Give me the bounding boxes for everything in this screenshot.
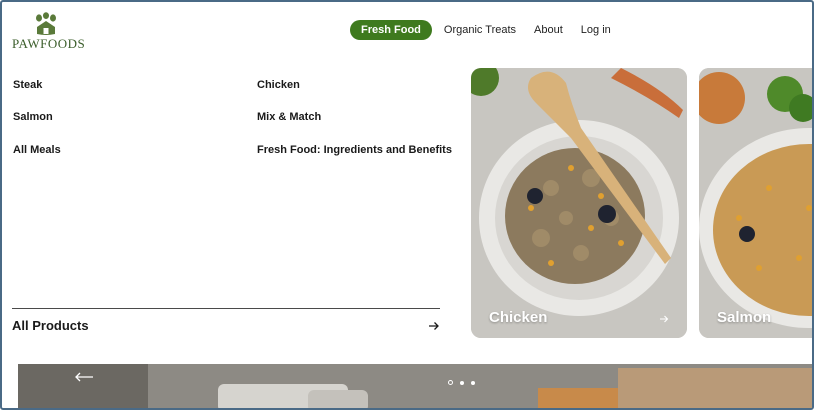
- hero-carousel: [18, 364, 812, 408]
- nav-fresh-food[interactable]: Fresh Food: [350, 20, 432, 40]
- carousel-dot[interactable]: [471, 380, 475, 385]
- menu-link-mix-match[interactable]: Mix & Match: [257, 111, 321, 123]
- arrow-right-icon: [429, 321, 439, 330]
- all-products-link[interactable]: All Products: [12, 318, 440, 333]
- page-frame: PAWFOODS Fresh Food Organic Treats About…: [0, 0, 814, 410]
- carousel-dot[interactable]: [448, 380, 453, 385]
- top-nav: Fresh Food Organic Treats About Log in: [350, 20, 617, 40]
- product-card-salmon[interactable]: Salmon: [699, 68, 812, 338]
- carousel-dot[interactable]: [460, 380, 464, 385]
- menu-link-steak[interactable]: Steak: [13, 79, 42, 91]
- arrow-left-icon[interactable]: [74, 371, 94, 383]
- product-card-chicken[interactable]: Chicken: [471, 68, 687, 338]
- logo[interactable]: PAWFOODS: [12, 10, 86, 52]
- nav-organic-treats[interactable]: Organic Treats: [438, 20, 522, 40]
- carousel-dots: [448, 380, 475, 385]
- logo-text: PAWFOODS: [12, 36, 86, 51]
- divider: [12, 308, 440, 309]
- kitchen-scene-image: [18, 364, 812, 408]
- menu-link-ingredients-benefits[interactable]: Fresh Food: Ingredients and Benefits: [257, 144, 452, 156]
- card-label-chicken: Chicken: [489, 309, 548, 326]
- salmon-meal-image: [699, 68, 812, 338]
- all-products-label: All Products: [12, 318, 89, 333]
- nav-log-in[interactable]: Log in: [575, 20, 617, 40]
- menu-link-chicken[interactable]: Chicken: [257, 79, 300, 91]
- paw-house-icon: [36, 12, 56, 35]
- card-label-salmon: Salmon: [717, 309, 772, 326]
- arrow-right-icon: [660, 315, 669, 323]
- menu-link-salmon[interactable]: Salmon: [13, 111, 53, 123]
- menu-link-all-meals[interactable]: All Meals: [13, 144, 61, 156]
- nav-about[interactable]: About: [528, 20, 569, 40]
- chicken-meal-image: [471, 68, 687, 338]
